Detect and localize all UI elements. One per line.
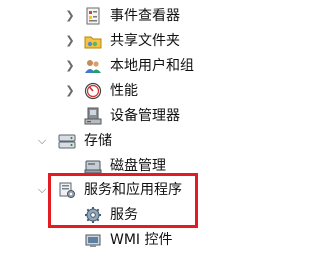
tree-item-label: WMI 控件	[110, 232, 173, 248]
tree-item-label: 事件查看器	[110, 8, 180, 24]
chevron-right-icon[interactable]: ❯	[64, 60, 76, 72]
tree-item-label: 存储	[84, 133, 112, 149]
chevron-right-icon[interactable]: ❯	[64, 85, 76, 97]
device-manager-icon	[84, 107, 102, 125]
chevron-down-icon[interactable]: ⌵	[36, 135, 48, 147]
tree-item-device-manager[interactable]: 设备管理器	[0, 104, 250, 128]
wmi-control-icon	[84, 231, 102, 249]
local-users-icon	[84, 57, 102, 75]
tree-item-label: 设备管理器	[110, 108, 180, 124]
performance-icon	[84, 82, 102, 100]
tree-item-label: 共享文件夹	[110, 33, 180, 49]
tree-item-wmi-control[interactable]: WMI 控件	[0, 228, 250, 252]
tree-item-performance[interactable]: ❯ 性能	[0, 79, 250, 103]
tree-item-event-viewer[interactable]: ❯ 事件查看器	[0, 4, 250, 28]
computer-management-tree: ❯ 事件查看器 ❯ 共享文件夹 ❯ 本地用户和组 ❯ 性能 设备管理器 ⌵ 存储…	[0, 0, 250, 251]
storage-icon	[58, 132, 76, 150]
shared-folder-icon	[84, 32, 102, 50]
tree-item-label: 性能	[110, 83, 138, 99]
tree-item-local-users[interactable]: ❯ 本地用户和组	[0, 54, 250, 78]
tree-item-storage[interactable]: ⌵ 存储	[0, 129, 250, 153]
chevron-down-icon[interactable]: ⌵	[36, 184, 48, 196]
tree-item-shared-folders[interactable]: ❯ 共享文件夹	[0, 29, 250, 53]
highlight-box	[48, 173, 198, 228]
chevron-right-icon[interactable]: ❯	[64, 10, 76, 22]
tree-item-label: 本地用户和组	[110, 58, 194, 74]
chevron-right-icon[interactable]: ❯	[64, 35, 76, 47]
event-viewer-icon	[84, 7, 102, 25]
